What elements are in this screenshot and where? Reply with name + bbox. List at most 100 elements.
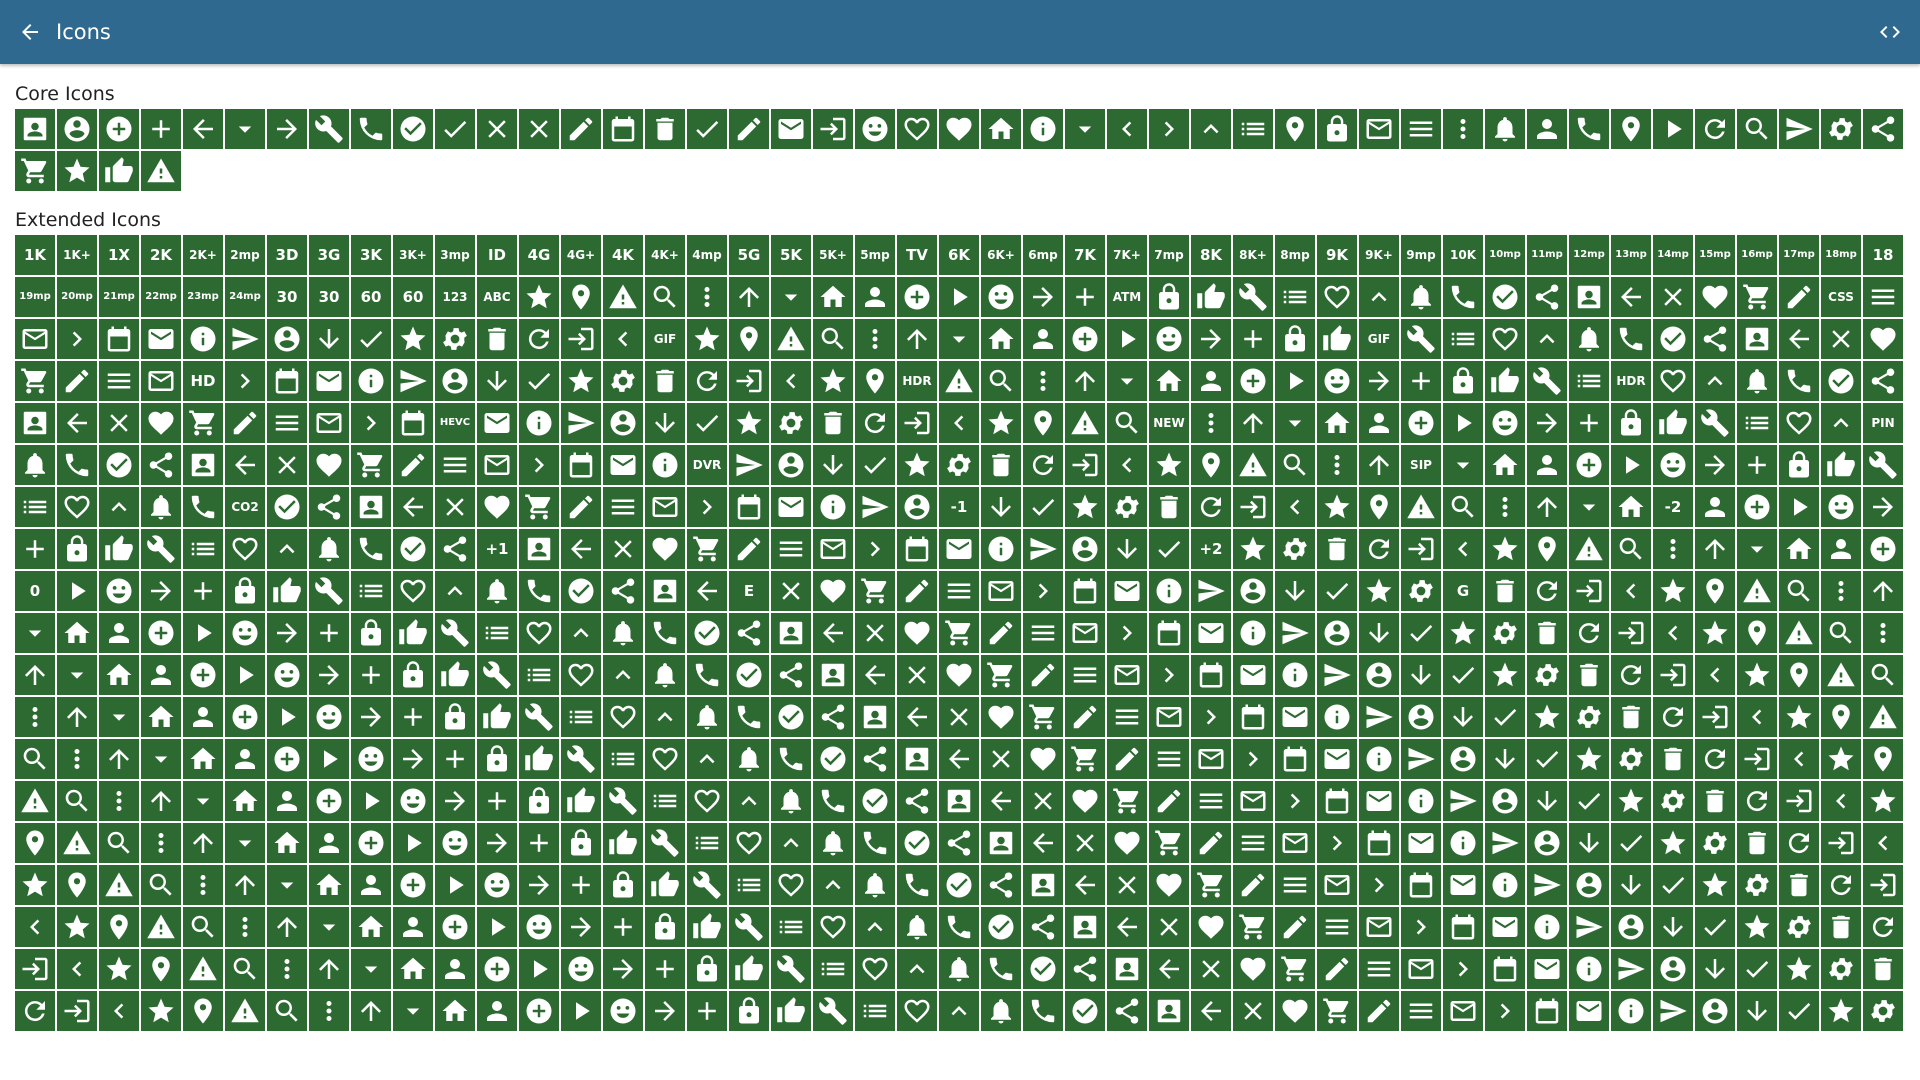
icon-tile[interactable] [603, 319, 643, 359]
icon-tile[interactable] [1611, 403, 1651, 443]
icon-tile[interactable] [981, 907, 1021, 947]
icon-tile[interactable] [1863, 109, 1903, 149]
icon-tile[interactable] [519, 613, 559, 653]
icon-tile[interactable] [981, 109, 1021, 149]
icon-tile[interactable] [1317, 109, 1357, 149]
icon-tile[interactable] [813, 991, 853, 1031]
icon-tile[interactable] [477, 655, 517, 695]
icon-tile[interactable] [477, 781, 517, 821]
icon-tile[interactable] [561, 319, 601, 359]
icon-tile[interactable] [435, 655, 475, 695]
icon-tile[interactable] [1233, 529, 1273, 569]
icon-tile[interactable] [687, 781, 727, 821]
icon-tile[interactable] [519, 109, 559, 149]
icon-tile[interactable] [1611, 697, 1651, 737]
icon-tile[interactable] [1149, 865, 1189, 905]
icon-tile[interactable] [561, 823, 601, 863]
icon-tile[interactable] [603, 907, 643, 947]
icon-tile[interactable]: 30 [309, 277, 349, 317]
icon-tile[interactable] [1485, 445, 1525, 485]
icon-tile[interactable] [141, 361, 181, 401]
icon-tile[interactable] [813, 571, 853, 611]
icon-tile[interactable]: ID [477, 235, 517, 275]
icon-tile[interactable] [687, 109, 727, 149]
icon-tile[interactable] [1737, 529, 1777, 569]
icon-tile[interactable] [1317, 571, 1357, 611]
icon-tile[interactable] [1737, 109, 1777, 149]
icon-tile[interactable] [1275, 571, 1315, 611]
icon-tile[interactable] [309, 655, 349, 695]
icon-tile[interactable] [729, 655, 769, 695]
icon-tile[interactable] [771, 109, 811, 149]
icon-tile[interactable] [645, 487, 685, 527]
icon-tile[interactable] [1359, 403, 1399, 443]
icon-tile[interactable] [1737, 571, 1777, 611]
icon-tile[interactable] [1569, 865, 1609, 905]
icon-tile[interactable] [1611, 991, 1651, 1031]
icon-tile[interactable] [99, 109, 139, 149]
icon-tile[interactable] [309, 991, 349, 1031]
icon-tile[interactable] [687, 529, 727, 569]
icon-tile[interactable] [477, 949, 517, 989]
icon-tile[interactable] [57, 109, 97, 149]
icon-tile[interactable] [435, 529, 475, 569]
icon-tile[interactable] [1275, 277, 1315, 317]
icon-tile[interactable] [1275, 865, 1315, 905]
icon-tile[interactable] [855, 403, 895, 443]
icon-tile[interactable] [183, 991, 223, 1031]
icon-tile[interactable] [1065, 823, 1105, 863]
icon-tile[interactable] [1527, 739, 1567, 779]
icon-tile[interactable] [939, 865, 979, 905]
icon-tile[interactable] [645, 361, 685, 401]
icon-tile[interactable] [1863, 277, 1903, 317]
icon-tile[interactable] [393, 739, 433, 779]
icon-tile[interactable] [1695, 823, 1735, 863]
icon-tile[interactable] [1191, 319, 1231, 359]
icon-tile[interactable] [687, 487, 727, 527]
icon-tile[interactable] [1779, 277, 1819, 317]
icon-tile[interactable] [1233, 361, 1273, 401]
icon-tile[interactable] [393, 403, 433, 443]
icon-tile[interactable] [897, 571, 937, 611]
icon-tile[interactable] [939, 823, 979, 863]
icon-tile[interactable] [1863, 949, 1903, 989]
icon-tile[interactable] [1401, 319, 1441, 359]
icon-tile[interactable] [267, 445, 307, 485]
icon-tile[interactable] [141, 655, 181, 695]
icon-tile[interactable]: 22mp [141, 277, 181, 317]
icon-tile[interactable] [393, 865, 433, 905]
icon-tile[interactable] [15, 865, 55, 905]
icon-tile[interactable] [855, 739, 895, 779]
icon-tile[interactable] [225, 319, 265, 359]
icon-tile[interactable] [1275, 319, 1315, 359]
icon-tile[interactable] [1779, 949, 1819, 989]
icon-tile[interactable] [57, 739, 97, 779]
icon-tile[interactable] [1317, 781, 1357, 821]
icon-tile[interactable] [729, 991, 769, 1031]
icon-tile[interactable] [393, 529, 433, 569]
icon-tile[interactable] [1065, 781, 1105, 821]
icon-tile[interactable] [1065, 319, 1105, 359]
icon-tile[interactable] [99, 739, 139, 779]
icon-tile[interactable] [1401, 571, 1441, 611]
icon-tile[interactable] [267, 361, 307, 401]
icon-tile[interactable] [1023, 319, 1063, 359]
icon-tile[interactable] [1821, 865, 1861, 905]
icon-tile[interactable] [1863, 319, 1903, 359]
icon-tile[interactable] [1275, 613, 1315, 653]
icon-tile[interactable]: NEW [1149, 403, 1189, 443]
icon-tile[interactable] [1023, 991, 1063, 1031]
icon-tile[interactable] [1653, 361, 1693, 401]
icon-tile[interactable] [1695, 907, 1735, 947]
icon-tile[interactable] [435, 823, 475, 863]
icon-tile[interactable] [1611, 781, 1651, 821]
icon-tile[interactable] [897, 319, 937, 359]
icon-tile[interactable] [1737, 739, 1777, 779]
icon-tile[interactable] [603, 823, 643, 863]
icon-tile[interactable]: 9K [1317, 235, 1357, 275]
icon-tile[interactable] [183, 613, 223, 653]
icon-tile[interactable] [183, 445, 223, 485]
icon-tile[interactable] [141, 907, 181, 947]
icon-tile[interactable] [309, 823, 349, 863]
icon-tile[interactable] [519, 949, 559, 989]
